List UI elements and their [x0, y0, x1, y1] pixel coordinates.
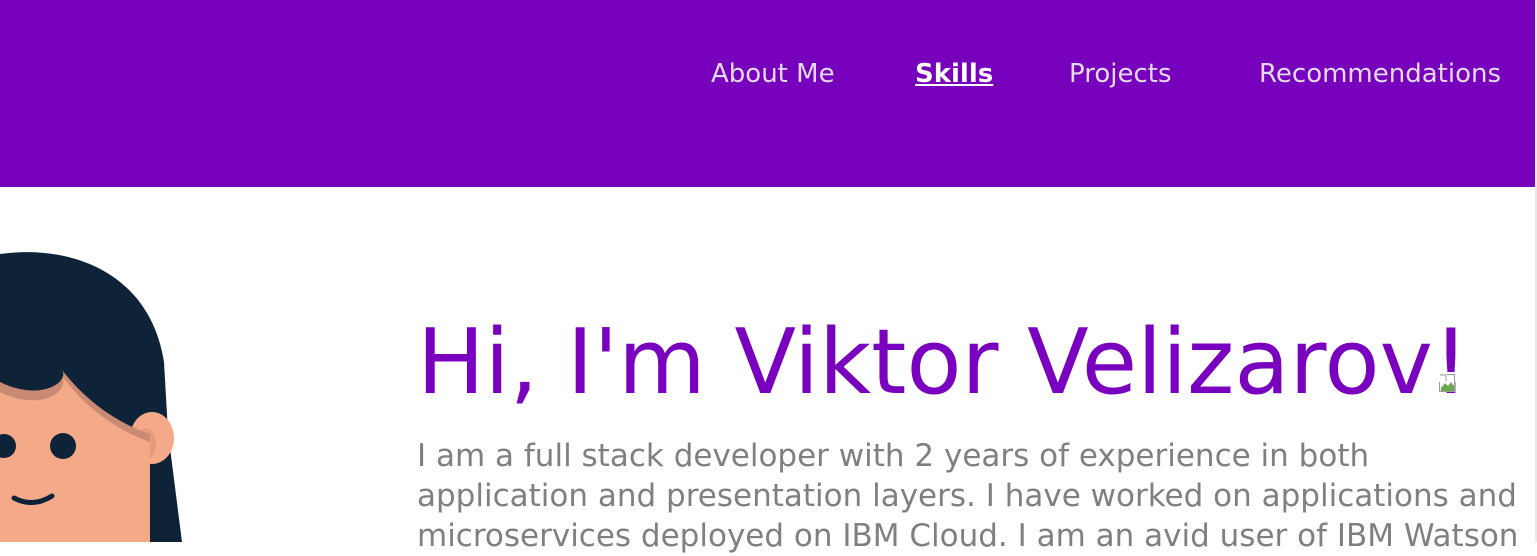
hero-title: Hi, I'm Viktor Velizarov! — [417, 310, 1469, 415]
avatar-illustration — [0, 252, 182, 542]
intro-paragraph: I am a full stack developer with 2 years… — [417, 438, 1519, 554]
nav-link-about-me[interactable]: About Me — [711, 56, 835, 92]
nav-link-recommendations[interactable]: Recommendations — [1259, 56, 1501, 92]
main-nav: About Me Skills Projects Recommendations — [0, 56, 1535, 96]
nav-link-skills[interactable]: Skills — [915, 56, 993, 92]
site-header: About Me Skills Projects Recommendations — [0, 0, 1535, 187]
nav-link-projects[interactable]: Projects — [1069, 56, 1172, 92]
broken-image-icon — [1439, 374, 1455, 392]
